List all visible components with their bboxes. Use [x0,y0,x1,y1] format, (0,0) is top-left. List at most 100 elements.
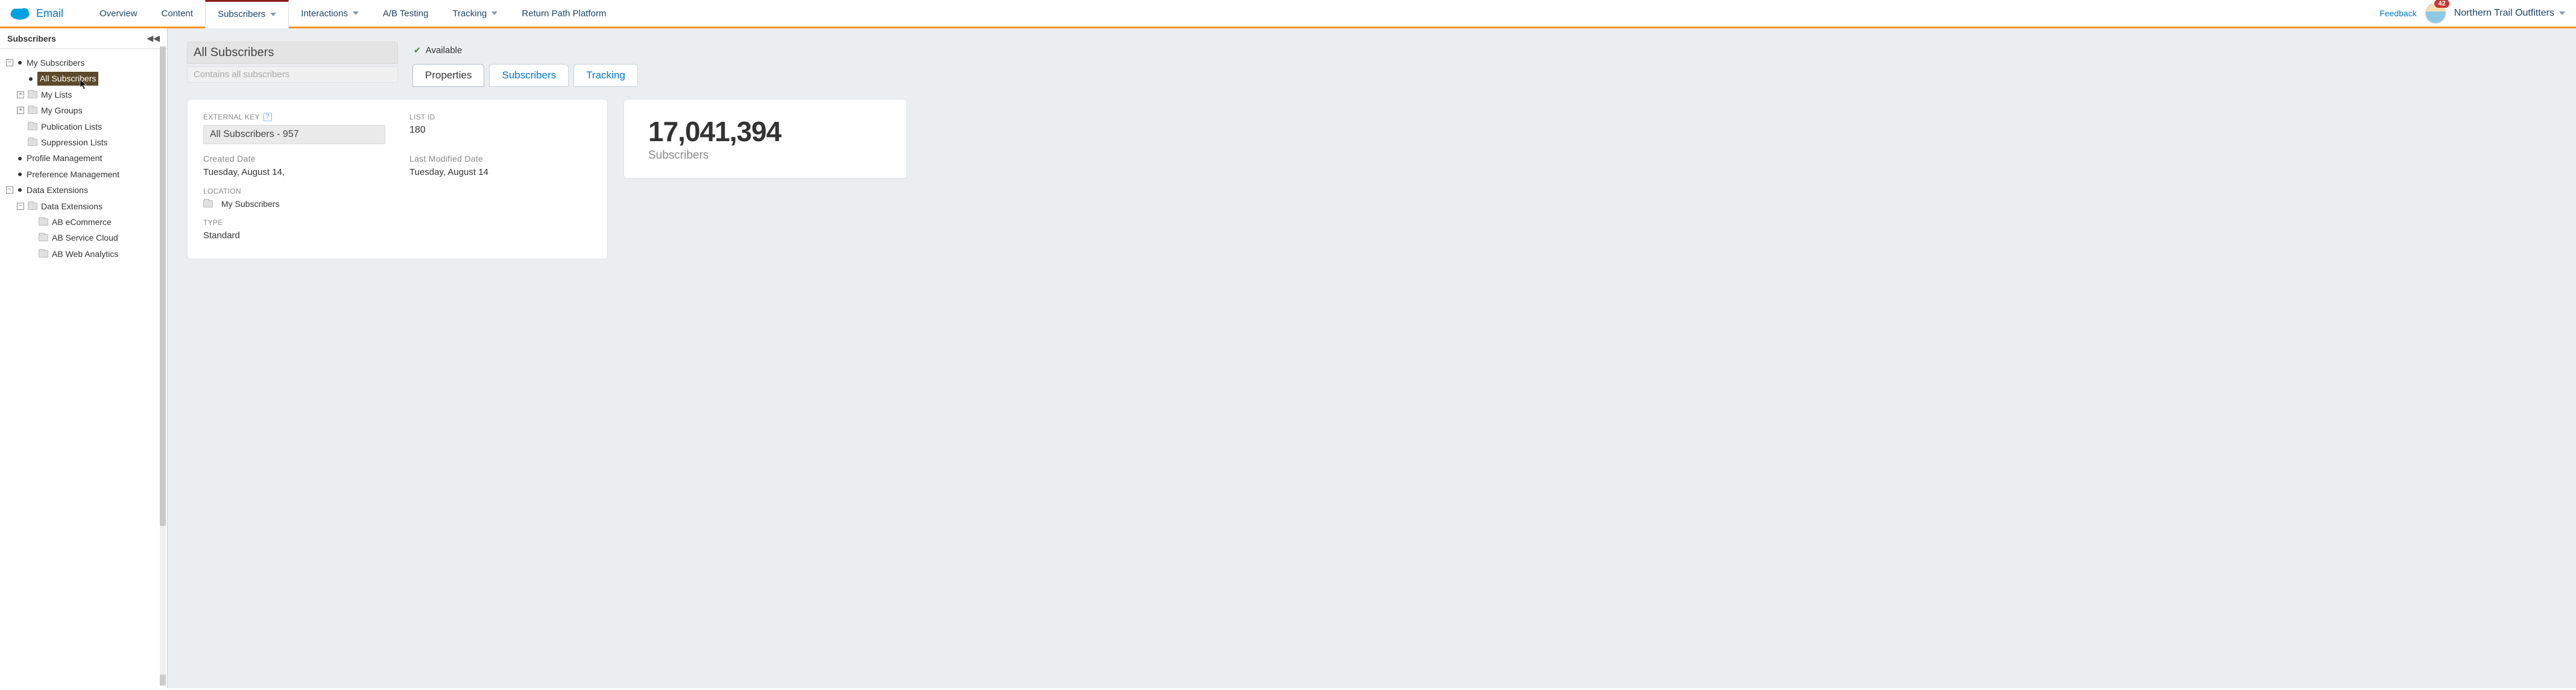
collapse-icon[interactable]: − [6,186,13,194]
field-created-date: Created Date Tuesday, August 14, [203,154,385,177]
expand-icon[interactable]: + [17,107,24,114]
bullet-icon [29,77,33,81]
org-switcher[interactable]: Northern Trail Outfitters [2454,8,2565,19]
chevron-down-icon [491,11,497,15]
tree-node-my-subscribers[interactable]: − My Subscribers [6,55,165,71]
chevron-down-icon [2559,11,2565,15]
sidebar-title: Subscribers [7,34,56,43]
subscriber-count-card: 17,041,394 Subscribers [623,99,907,179]
content-tabs: Properties Subscribers Tracking [412,64,638,87]
app-name[interactable]: Email [36,7,63,20]
tree-node-suppression-lists[interactable]: Suppression Lists [6,135,165,150]
nav-tab-tracking[interactable]: Tracking [440,0,510,27]
nav-tab-label: Return Path Platform [522,8,606,19]
field-external-key: EXTERNAL KEY? All Subscribers - 957 [203,113,385,144]
field-value: Tuesday, August 14, [203,167,385,177]
field-type: TYPE Standard [203,218,592,241]
nav-tab-content[interactable]: Content [150,0,206,27]
tree-label: Suppression Lists [41,136,108,149]
tree-node-publication-lists[interactable]: Publication Lists [6,119,165,135]
status-text: Available [426,45,462,55]
resize-grip-icon[interactable] [160,675,166,686]
help-icon[interactable]: ? [264,113,272,121]
notification-badge: 42 [2434,0,2449,8]
tree-label: AB Web Analytics [52,247,118,261]
collapse-icon[interactable]: − [6,59,13,66]
tree-node-preference-mgmt[interactable]: Preference Management [6,166,165,182]
tree-label: Preference Management [27,168,119,181]
folder-icon [39,234,48,241]
field-label: Last Modified Date [409,154,592,163]
collapse-icon[interactable]: − [17,203,24,210]
tree-label: Profile Management [27,151,102,165]
folder-icon [39,250,48,258]
tree-label: My Lists [41,88,72,101]
folder-icon [28,139,37,146]
chevron-down-icon [353,11,359,15]
folder-icon [28,107,37,114]
nav-tab-overview[interactable]: Overview [87,0,150,27]
properties-card: EXTERNAL KEY? All Subscribers - 957 LIST… [187,99,608,259]
tree-node-my-groups[interactable]: + My Groups [6,103,165,118]
tree-label: My Subscribers [27,56,84,69]
nav-tab-label: Tracking [452,8,487,19]
page-subtitle[interactable]: Contains all subscribers [187,66,398,83]
field-value: 180 [409,125,592,136]
tree-node-profile-mgmt[interactable]: Profile Management [6,150,165,166]
cursor-icon [80,79,88,90]
nav-tab-label: Subscribers [218,9,265,19]
tree-node-all-subscribers[interactable]: All Subscribers [6,71,165,86]
sidebar-scrollbar[interactable] [160,46,166,686]
sidebar: Subscribers ◀◀ − My Subscribers All Subs… [0,28,168,688]
top-nav: Email Overview Content Subscribers Inter… [0,0,2576,28]
tree-node-ab-web-analytics[interactable]: AB Web Analytics [6,246,165,262]
tree-label: My Groups [41,104,82,117]
field-label: TYPE [203,218,592,227]
nav-tab-returnpath[interactable]: Return Path Platform [510,0,618,27]
external-key-input[interactable]: All Subscribers - 957 [203,125,385,144]
nav-tabs: Overview Content Subscribers Interaction… [87,0,618,27]
nav-tab-interactions[interactable]: Interactions [289,0,371,27]
tree-node-ab-ecommerce[interactable]: AB eCommerce [6,214,165,230]
folder-icon [39,218,48,226]
tab-tracking[interactable]: Tracking [573,64,638,87]
nav-tab-subscribers[interactable]: Subscribers [205,0,289,28]
nav-tab-label: Content [162,8,194,19]
folder-icon [203,200,213,207]
topnav-right: Feedback 42 Northern Trail Outfitters [2379,3,2576,24]
field-label: Created Date [203,154,385,163]
collapse-sidebar-icon[interactable]: ◀◀ [147,33,160,43]
tab-properties[interactable]: Properties [412,64,484,87]
bullet-icon [18,188,22,192]
sidebar-header: Subscribers ◀◀ [0,28,167,49]
tree-node-ab-service-cloud[interactable]: AB Service Cloud [6,230,165,245]
content-header: All Subscribers Contains all subscribers… [187,42,2557,87]
feedback-link[interactable]: Feedback [2379,8,2416,18]
avatar-button[interactable]: 42 [2425,3,2446,24]
tree-label: AB eCommerce [52,215,112,229]
org-name: Northern Trail Outfitters [2454,8,2554,19]
tree-node-data-extensions-root[interactable]: − Data Extensions [6,182,165,198]
check-icon: ✔ [414,45,421,55]
salesforce-logo-icon [10,6,30,21]
scrollbar-thumb[interactable] [160,46,166,526]
field-location: LOCATION My Subscribers [203,187,592,209]
page-title[interactable]: All Subscribers [187,42,398,64]
field-label: EXTERNAL KEY [203,113,260,121]
tree-label: Publication Lists [41,120,102,133]
field-value: Standard [203,230,592,241]
bullet-icon [18,61,22,65]
cards-row: EXTERNAL KEY? All Subscribers - 957 LIST… [187,99,2557,259]
bullet-icon [18,157,22,160]
content-area: All Subscribers Contains all subscribers… [168,28,2576,688]
tab-subscribers[interactable]: Subscribers [489,64,569,87]
chevron-down-icon [270,13,276,16]
nav-tab-label: Overview [99,8,137,19]
expand-icon[interactable]: + [17,91,24,98]
tree-label: All Subscribers [37,72,98,85]
status-indicator: ✔ Available [414,42,638,55]
tree-node-data-extensions[interactable]: − Data Extensions [6,198,165,214]
subscriber-count-value: 17,041,394 [648,115,882,148]
tree-label: Data Extensions [27,183,88,197]
nav-tab-abtesting[interactable]: A/B Testing [371,0,441,27]
